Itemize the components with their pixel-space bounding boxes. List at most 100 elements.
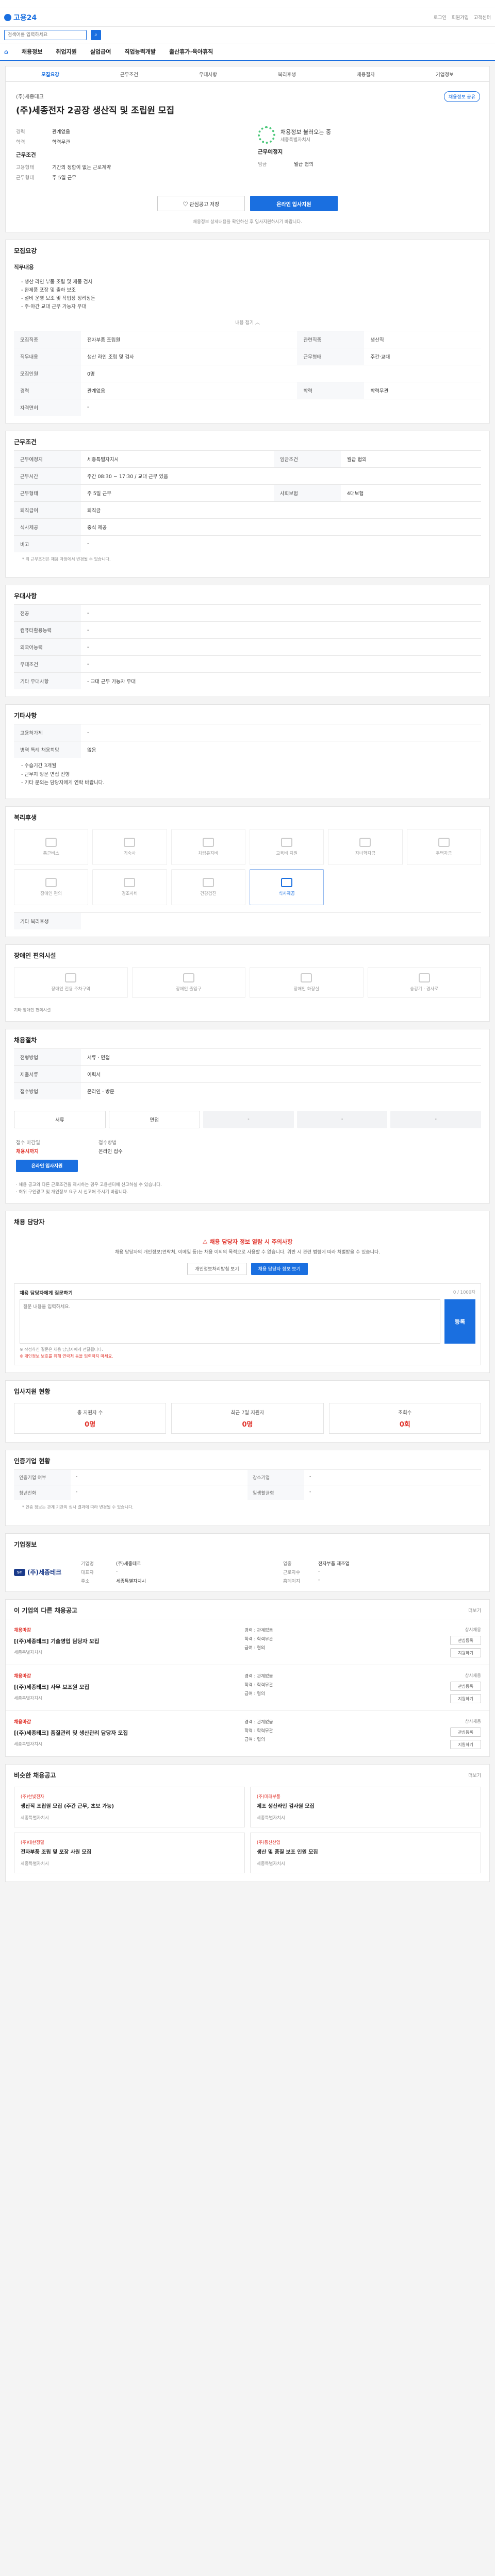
nav-item-benefit[interactable]: 실업급여 xyxy=(90,47,111,56)
recommend-more-link[interactable]: 더보기 xyxy=(468,1772,481,1778)
table-row: 기타 복리후생 xyxy=(14,912,481,929)
loading-text: 채용정보 불러오는 중 xyxy=(280,128,332,135)
basic-right-title: 근무예정지 xyxy=(258,149,283,155)
recruit-section: 모집요강 직무내용 - 생산 라인 부품 조립 및 제품 검사 - 완제품 포장… xyxy=(5,240,490,423)
favorite-button[interactable]: 관심등록 xyxy=(450,1636,481,1646)
welfare-item: 주택자금 xyxy=(406,828,481,865)
tab-welfare[interactable]: 복리후생 xyxy=(248,71,326,78)
gnb-help-link[interactable]: 고객센터 xyxy=(474,14,491,21)
restroom-icon xyxy=(301,973,312,982)
summary-right: 채용정보 불러오는 중 세종특별자치시 근무예정지 임금 월급 협의 xyxy=(258,126,479,182)
cert-title: 인증기업 현황 xyxy=(14,1458,51,1465)
step-item: - xyxy=(203,1110,294,1128)
nav-item-training[interactable]: 직업능력개발 xyxy=(124,47,156,56)
table-row: 접수방법 온라인 · 방문 xyxy=(14,1082,481,1099)
logo-icon xyxy=(4,13,11,21)
view-manager-button[interactable]: 채용 담당자 정보 보기 xyxy=(251,1262,308,1275)
recommend-card[interactable]: (주)한빛전자 생산직 조립원 모집 (주간 근무, 초보 가능) 세종특별자치시 xyxy=(14,1787,245,1828)
table-row: 모집인원 0명 xyxy=(14,364,481,382)
welfare-grid: 통근버스 기숙사 차량유지비 교육비 지원 자녀학자금 주택자금 장애인 편의 … xyxy=(6,826,489,912)
child-icon xyxy=(359,837,371,847)
basic-title: 근무조건 xyxy=(16,152,36,158)
favorite-button[interactable]: 관심등록 xyxy=(450,1727,481,1737)
tab-conditions[interactable]: 근무조건 xyxy=(90,71,169,78)
home-icon: ⌂ xyxy=(4,48,8,55)
qna-section: 채용 담당자 ⚠ 채용 담당자 정보 열람 시 주의사항 채용 담당자의 개인정… xyxy=(5,1211,490,1374)
search-icon: ⌕ xyxy=(94,32,97,38)
job-list-item[interactable]: 채용마감 [(주)세종테크] 기술영업 담당자 모집 세종특별자치시 경력 : 관계… xyxy=(6,1619,489,1665)
job-list-item[interactable]: 채용마감 [(주)세종테크] 품질관리 및 생산관리 담당자 모집 세종특별자치시 … xyxy=(6,1710,489,1756)
favorite-button[interactable]: 관심등록 xyxy=(450,1682,481,1691)
apply-button-2[interactable]: 온라인 입사지원 xyxy=(16,1159,78,1172)
tab-company[interactable]: 기업정보 xyxy=(405,71,484,78)
stat-item: 최근 7일 지원자 0명 xyxy=(171,1403,324,1434)
welfare-item: 차량유지비 xyxy=(171,828,245,865)
process-section: 채용절차 전형방법 서류 · 면접 제출서류 이력서 접수방법 온라인 · 방문 서류… xyxy=(5,1028,490,1204)
facility-item: 장애인 화장실 xyxy=(250,967,364,998)
recommend-grid: (주)한빛전자 생산직 조립원 모집 (주간 근무, 초보 가능) 세종특별자치시 … xyxy=(6,1784,489,1882)
privacy-button[interactable]: 개인정보처리방침 보기 xyxy=(187,1262,247,1275)
nav-item-jobs[interactable]: 채용정보 xyxy=(22,47,42,56)
site-logo[interactable]: 고용24 xyxy=(4,12,37,23)
preference-title: 우대사항 xyxy=(14,592,37,600)
meal-icon xyxy=(281,877,293,887)
welfare-item: 기숙사 xyxy=(92,828,167,865)
bus-icon xyxy=(45,837,57,847)
apply-mini-button[interactable]: 지원하기 xyxy=(450,1694,481,1704)
question-submit-button[interactable]: 등록 xyxy=(444,1299,475,1344)
job-header-card: 모집요강 근무조건 우대사항 복리후생 채용절차 기업정보 (주)세종테크 (주… xyxy=(5,66,490,232)
gnb-signup-link[interactable]: 회원가입 xyxy=(452,14,469,21)
facility-item: 승강기 · 경사로 xyxy=(367,967,481,998)
table-row: 근무예정지 세종특별자치시 임금조건 월급 협의 xyxy=(14,450,481,468)
facility-item: 장애인 출입구 xyxy=(131,967,245,998)
search-input[interactable] xyxy=(4,29,87,40)
qna-foot: ※ 작성하신 질문은 채용 담당자에게 전달됩니다. ※ 개인정보 보호를 위해… xyxy=(20,1347,113,1359)
job-list-item[interactable]: 채용마감 [(주)세종테크] 사무 보조원 모집 세종특별자치시 경력 : 관계없음… xyxy=(6,1665,489,1710)
warning-icon: ⚠ xyxy=(202,1239,210,1246)
nav-item-support[interactable]: 취업지원 xyxy=(56,47,76,56)
conditions-note: * 위 근무조건은 채용 과정에서 변경될 수 있습니다. xyxy=(22,556,111,562)
apply-button[interactable]: 온라인 입사지원 xyxy=(250,196,338,211)
welfare-item: 장애인 편의 xyxy=(14,869,89,905)
welfare-item: 건강검진 xyxy=(171,869,245,905)
welfare-section: 복리후생 통근버스 기숙사 차량유지비 교육비 지원 자녀학자금 주택자금 장애… xyxy=(5,806,490,937)
tab-process[interactable]: 채용절차 xyxy=(326,71,405,78)
step-item: 서류 xyxy=(14,1110,106,1128)
duty-text: - 생산 라인 부품 조립 및 제품 검사 - 완제품 포장 및 출하 보조 -… xyxy=(21,279,95,310)
global-nav: 고용24 로그인 회원가입 고객센터 xyxy=(0,8,495,27)
company-name: (주)세종테크 xyxy=(16,94,44,100)
conditions-title: 근무조건 xyxy=(14,438,37,446)
other-jobs-more-link[interactable]: 더보기 xyxy=(468,1607,481,1614)
table-row: 전형방법 서류 · 면접 xyxy=(14,1048,481,1066)
apply-mini-button[interactable]: 지원하기 xyxy=(450,1648,481,1658)
conditions-table: 근무예정지 세종특별자치시 임금조건 월급 협의 근무시간 주간 08:30 ~ 17:… xyxy=(14,450,481,552)
search-button[interactable]: ⌕ xyxy=(91,29,101,40)
nav-home[interactable]: ⌂ xyxy=(4,48,8,55)
question-textarea[interactable] xyxy=(20,1299,440,1344)
deadline-value: 채용시까지 xyxy=(16,1148,39,1155)
loading-sub: 세종특별자치시 xyxy=(280,137,310,143)
conditions-section: 근무조건 근무예정지 세종특별자치시 임금조건 월급 협의 근무시간 주간 08:30 … xyxy=(5,430,490,578)
welfare-item: 자녀학자금 xyxy=(328,828,403,865)
fold-button[interactable]: 내용 접기 ︿ xyxy=(14,316,481,331)
apply-mini-button[interactable]: 지원하기 xyxy=(450,1740,481,1750)
share-button[interactable]: 채용정보 공유 xyxy=(443,91,480,102)
recommend-card[interactable]: (주)미래부품 제조 생산라인 검사원 모집 세종특별자치시 xyxy=(250,1787,481,1828)
save-job-button[interactable]: ♡ 관심공고 저장 xyxy=(157,196,245,211)
company-logo: ST (주)세종테크 xyxy=(14,1562,71,1583)
welfare-item: 교육비 지원 xyxy=(249,828,324,865)
process-title: 채용절차 xyxy=(14,1036,37,1044)
table-row: 경력 관계없음 학력 학력무관 xyxy=(14,381,481,399)
gnb-login-link[interactable]: 로그인 xyxy=(434,14,447,21)
tab-recruit[interactable]: 모집요강 xyxy=(11,71,90,78)
recommend-card[interactable]: (주)동신산업 생산 및 품질 보조 인원 모집 세종특별자치시 xyxy=(250,1833,481,1874)
basic-worktype: 근무형태 주 5일 근무 xyxy=(16,175,77,181)
table-row: 병역 특례 채용희망 없음 xyxy=(14,741,481,758)
cert-note: * 인증 정보는 관계 기관의 심사 결과에 따라 변경될 수 있습니다. xyxy=(22,1505,134,1510)
content: 모집요강 근무조건 우대사항 복리후생 채용절차 기업정보 (주)세종테크 (주… xyxy=(0,61,495,1905)
welfare-extra: 기타 복리후생 xyxy=(14,912,481,929)
recommend-card[interactable]: (주)대한정밀 전자부품 조립 및 포장 사원 모집 세종특별자치시 xyxy=(14,1833,245,1874)
nav-item-leave[interactable]: 출산휴가·육아휴직 xyxy=(169,47,213,56)
tab-preference[interactable]: 우대사항 xyxy=(169,71,248,78)
recommend-title: 비슷한 채용공고 더보기 xyxy=(14,1772,481,1780)
